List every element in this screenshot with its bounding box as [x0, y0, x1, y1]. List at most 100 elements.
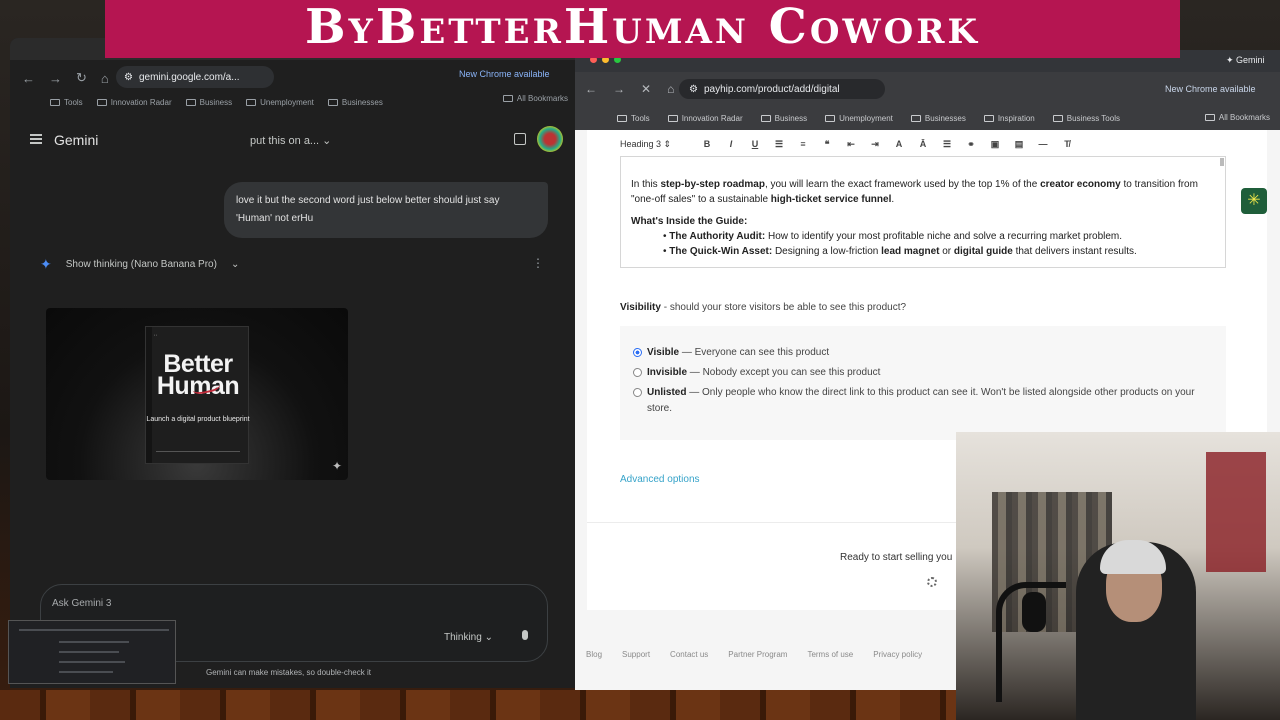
url-text: gemini.google.com/a... [138, 71, 240, 83]
book-cover: ▪ ▪ Better Human Launch a digital produc… [145, 326, 250, 464]
back-icon[interactable]: ← [585, 82, 597, 96]
footer-link-blog[interactable]: Blog [586, 650, 602, 659]
folder-icon [96, 98, 107, 106]
site-info-icon[interactable]: ⚙ [124, 72, 133, 83]
new-chrome-button[interactable]: New Chrome available [459, 69, 550, 79]
preview-line [19, 629, 169, 631]
gemini-tab[interactable]: ✦ Gemini [1226, 55, 1265, 66]
footer-link-support[interactable]: Support [622, 650, 650, 659]
microphone [1022, 592, 1046, 632]
radio-selected[interactable] [633, 348, 642, 357]
bookmark-business[interactable]: Business [760, 114, 807, 123]
chevron-down-icon: ⌄ [322, 135, 332, 147]
bookmark-tools[interactable]: Tools [50, 98, 83, 107]
embed-icon[interactable]: ▤ [1014, 139, 1024, 150]
folder-icon [185, 98, 196, 106]
bookmark-inspiration[interactable]: Inspiration [983, 114, 1035, 123]
gemini-header: Gemini put this on a... ⌄ [10, 126, 576, 156]
link-icon[interactable]: ⚭ [966, 139, 976, 150]
url-text: payhip.com/product/add/digital [703, 83, 840, 95]
editor-scrollbar[interactable] [1220, 158, 1224, 166]
new-chat-icon[interactable] [514, 133, 526, 145]
bookmarks-bar: Tools Innovation Radar Business Unemploy… [575, 106, 1280, 130]
stop-icon[interactable]: ✕ [641, 82, 651, 96]
visibility-option-unlisted[interactable]: Unlisted — Only people who know the dire… [633, 385, 1209, 417]
minimized-window-preview[interactable] [8, 620, 176, 684]
book-subtitle: Launch a digital product blueprint [146, 416, 250, 423]
bookmark-business[interactable]: Business [185, 98, 232, 107]
bookmark-business-tools[interactable]: Business Tools [1052, 114, 1120, 123]
extension-badge-icon[interactable]: ✳ [1241, 188, 1267, 214]
menu-icon[interactable] [30, 134, 42, 144]
block-style-select[interactable]: Heading 3 ⇕ [620, 139, 688, 150]
bookmark-tools[interactable]: Tools [617, 114, 650, 123]
folder-icon [502, 95, 513, 102]
home-icon[interactable]: ⌂ [667, 82, 674, 96]
clear-format-icon[interactable]: T̸ [1062, 139, 1072, 149]
bullet-list-icon[interactable]: ☰ [774, 139, 784, 150]
editor-bullet: • The Quick-Win Asset: Designing a low-f… [663, 246, 1137, 257]
bookmark-businesses[interactable]: Businesses [910, 114, 966, 123]
more-options-icon[interactable]: ⋮ [532, 256, 544, 270]
indent-icon[interactable]: ⇥ [870, 139, 880, 150]
home-icon[interactable]: ⌂ [101, 71, 109, 86]
screen: ← → ↻ ⌂ ⚙ gemini.google.com/a... New Chr… [0, 0, 1280, 720]
quote-icon[interactable]: ❝ [822, 139, 832, 150]
bookmark-innovation-radar[interactable]: Innovation Radar [667, 114, 743, 123]
visibility-option-invisible[interactable]: Invisible — Nobody except you can see th… [633, 365, 1209, 381]
nav-controls: ← → ✕ ⌂ [585, 82, 674, 96]
bookmarks-bar: Tools Innovation Radar Business Unemploy… [10, 94, 576, 110]
italic-icon[interactable]: I [726, 139, 736, 149]
outdent-icon[interactable]: ⇤ [846, 139, 856, 150]
bold-icon[interactable]: B [702, 139, 712, 149]
numbered-list-icon[interactable]: ≡ [798, 139, 808, 149]
address-bar[interactable]: ⚙ gemini.google.com/a... [116, 66, 274, 88]
preview-line [59, 641, 129, 643]
bookmark-businesses[interactable]: Businesses [327, 98, 383, 107]
back-icon[interactable]: ← [22, 71, 35, 86]
radio[interactable] [633, 388, 642, 397]
new-chrome-button[interactable]: New Chrome available [1165, 84, 1256, 94]
align-icon[interactable]: ☰ [942, 139, 952, 150]
underline-icon[interactable]: U [750, 139, 760, 149]
site-info-icon[interactable]: ⚙ [689, 84, 698, 95]
address-bar[interactable]: ⚙ payhip.com/product/add/digital [679, 79, 885, 99]
folder-icon [1204, 114, 1215, 121]
footer-link-privacy[interactable]: Privacy policy [873, 650, 922, 659]
highlight-icon[interactable]: Ā [918, 139, 928, 149]
all-bookmarks[interactable]: All Bookmarks [502, 94, 568, 103]
footer-links: Blog Support Contact us Partner Program … [586, 650, 922, 659]
folder-icon [667, 114, 678, 122]
forward-icon[interactable]: → [613, 82, 625, 96]
all-bookmarks[interactable]: All Bookmarks [1204, 113, 1270, 122]
bookmark-innovation-radar[interactable]: Innovation Radar [96, 98, 172, 107]
avatar[interactable] [537, 126, 563, 152]
webcam-overlay [956, 432, 1280, 720]
show-thinking-toggle[interactable]: ✦ Show thinking (Nano Banana Pro) ⌄ [40, 256, 239, 273]
radio[interactable] [633, 368, 642, 377]
horizontal-rule-icon[interactable]: — [1038, 139, 1048, 149]
footer-link-contact[interactable]: Contact us [670, 650, 708, 659]
reload-icon[interactable]: ↻ [76, 70, 87, 86]
chat-title-dropdown[interactable]: put this on a... ⌄ [250, 134, 331, 147]
forward-icon[interactable]: → [49, 71, 62, 86]
bookmark-unemployment[interactable]: Unemployment [246, 98, 314, 107]
preview-line [59, 661, 125, 663]
editor-bullet: • The Authority Audit: How to identify y… [663, 231, 1123, 242]
folder-icon [617, 114, 627, 122]
advanced-options-link[interactable]: Advanced options [620, 474, 700, 485]
app-name: Gemini [54, 132, 99, 148]
microphone-icon[interactable] [522, 630, 528, 640]
description-editor[interactable]: In this step-by-step roadmap, you will l… [620, 156, 1226, 268]
text-color-icon[interactable]: A [894, 139, 904, 149]
preview-line [59, 671, 113, 673]
image-icon[interactable]: ▣ [990, 139, 1000, 150]
footer-link-partner[interactable]: Partner Program [728, 650, 787, 659]
visibility-option-visible[interactable]: Visible — Everyone can see this product [633, 345, 1209, 361]
gemini-spark-icon: ✦ [40, 256, 52, 272]
editor-toolbar: Heading 3 ⇕ B I U ☰ ≡ ❝ ⇤ ⇥ A Ā ☰ ⚭ ▣ ▤ … [620, 132, 1225, 156]
mode-selector[interactable]: Thinking ⌄ [444, 632, 493, 643]
bookmark-unemployment[interactable]: Unemployment [825, 114, 893, 123]
footer-link-terms[interactable]: Terms of use [807, 650, 853, 659]
